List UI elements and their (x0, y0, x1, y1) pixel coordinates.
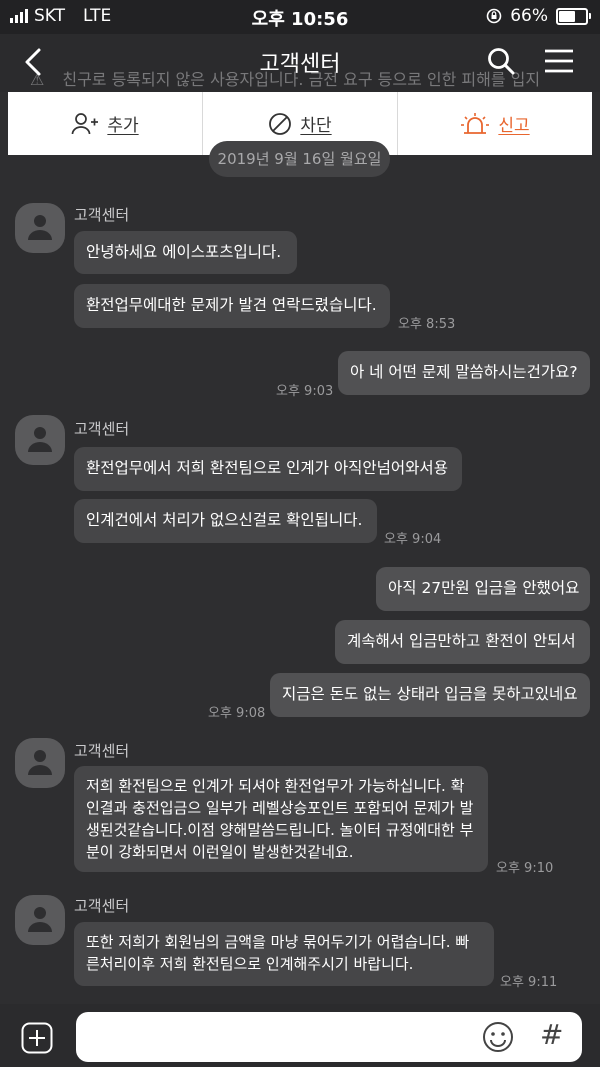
sender-name: 고객센터 (74, 206, 130, 224)
date-divider: 2019년 9월 16일 월요일 (209, 141, 390, 177)
status-bar: SKT LTE 오후 10:56 66% (0, 0, 600, 34)
emoji-icon[interactable] (482, 1021, 514, 1053)
chat-header: ⚠ 친구로 등록되지 않은 사용자입니다. 금전 요구 등으로 인한 피해를 입지… (0, 34, 600, 92)
message-bubble[interactable]: 또한 저희가 회원님의 금액을 마냥 묶어두기가 어렵습니다. 빠른처리이후 저… (74, 922, 494, 986)
report-button[interactable]: 신고 (398, 92, 592, 155)
my-message-bubble[interactable]: 아직 27만원 입금을 안했어요 (376, 567, 590, 611)
person-icon (28, 907, 52, 932)
add-person-icon (72, 112, 99, 134)
message-time: 오후 9:10 (496, 861, 554, 876)
orientation-lock-icon (486, 8, 502, 24)
message-bubble[interactable]: 저희 환전팀으로 인계가 되셔야 환전업무가 가능하십니다. 확인결과 충전입금… (74, 766, 488, 872)
person-icon (28, 750, 52, 775)
message-time: 오후 9:08 (208, 706, 266, 721)
message-time: 오후 9:04 (384, 532, 442, 547)
menu-icon[interactable] (543, 48, 575, 74)
message-bubble[interactable]: 안녕하세요 에이스포츠입니다. (74, 231, 297, 274)
message-time: 오후 9:11 (500, 975, 558, 990)
report-label: 신고 (498, 116, 530, 136)
sender-name: 고객센터 (74, 742, 130, 760)
sender-name: 고객센터 (74, 420, 130, 438)
message-bubble[interactable]: 환전업무에서 저희 환전팀으로 인계가 아직안넘어와서용 (74, 447, 462, 491)
avatar[interactable] (15, 203, 65, 253)
avatar[interactable] (15, 738, 65, 788)
my-message-bubble[interactable]: 계속해서 입금만하고 환전이 안되서 (335, 620, 590, 664)
add-friend-label: 추가 (107, 116, 139, 136)
block-icon (269, 112, 292, 135)
person-icon (28, 427, 52, 452)
block-label: 차단 (300, 116, 332, 136)
add-friend-button[interactable]: 추가 (8, 92, 203, 155)
siren-icon (461, 112, 490, 134)
message-input-bar: # (0, 1004, 600, 1067)
battery-icon (556, 7, 591, 25)
message-bubble[interactable]: 환전업무에대한 문제가 발견 연락드렸습니다. (74, 284, 390, 328)
sender-name: 고객센터 (74, 897, 130, 915)
my-message-bubble[interactable]: 아 네 어떤 문제 말씀하시는건가요? (338, 351, 590, 395)
plus-icon[interactable] (21, 1022, 53, 1054)
person-icon (28, 215, 52, 240)
battery-percent: 66% (510, 6, 548, 26)
avatar[interactable] (15, 415, 65, 465)
my-message-bubble[interactable]: 지금은 돈도 없는 상태라 입금을 못하고있네요 (270, 673, 590, 717)
hashtag-icon[interactable]: # (540, 1018, 563, 1051)
message-time: 오후 8:53 (398, 317, 456, 332)
search-icon[interactable] (486, 46, 516, 76)
message-time: 오후 9:03 (276, 384, 334, 399)
message-bubble[interactable]: 인계건에서 처리가 없으신걸로 확인됩니다. (74, 499, 377, 543)
avatar[interactable] (15, 895, 65, 945)
